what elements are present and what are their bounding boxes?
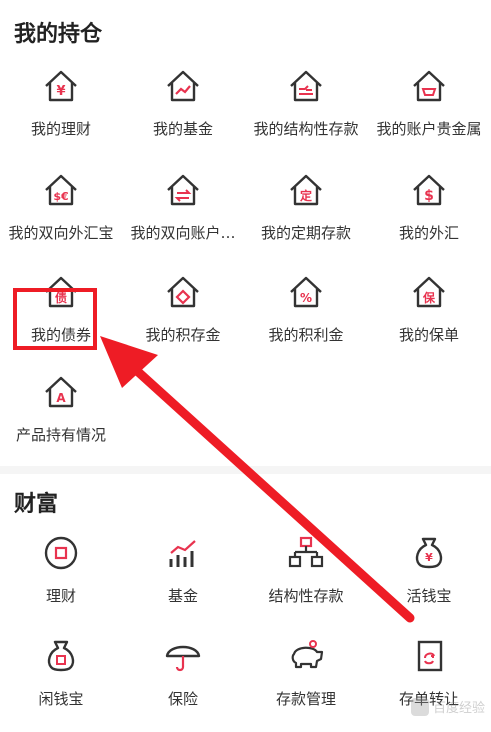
holding-item-label: 我的双向账户… — [130, 224, 236, 242]
svg-text:%: % — [300, 291, 312, 305]
holding-item-label: 我的外汇 — [398, 224, 459, 242]
holding-item-label: 我的保单 — [398, 326, 459, 344]
holding-item-label: 产品持有情况 — [15, 426, 106, 444]
fund-trend-icon — [167, 70, 199, 102]
holding-item-product-holdings[interactable]: A 产品持有情况 — [0, 372, 122, 468]
holding-item-forex[interactable]: $ 我的外汇 — [368, 170, 490, 266]
wealth-item-label: 闲钱宝 — [38, 690, 84, 708]
svg-text:$€: $€ — [53, 190, 68, 203]
holding-item-wealth[interactable]: ¥ 我的理财 — [0, 66, 122, 162]
holding-item-label: 我的定期存款 — [260, 224, 351, 242]
holding-item-label: 我的积利金 — [268, 326, 344, 344]
wealth-item-structured-deposit[interactable]: 结构性存款 — [245, 533, 367, 629]
wealth-item-label: 存款管理 — [275, 690, 336, 708]
wealth-management-icon — [44, 536, 78, 570]
deposit-transfer-icon — [417, 640, 443, 672]
holding-item-fund[interactable]: 我的基金 — [122, 66, 244, 162]
holdings-section-title: 我的持仓 — [14, 22, 103, 47]
fixed-deposit-icon: 定 — [290, 174, 322, 206]
money-bag-icon — [47, 640, 75, 672]
product-holdings-icon: A — [45, 376, 77, 408]
svg-text:定: 定 — [300, 188, 312, 203]
fund-chart-icon — [169, 540, 196, 567]
two-way-fx-icon: $€ — [45, 174, 77, 206]
gold-accumulation-icon — [167, 276, 199, 308]
holding-item-label: 我的账户贵金属 — [376, 120, 482, 138]
holding-item-gold-accumulation[interactable]: 我的积存金 — [122, 272, 244, 368]
watermark: 百度经验 — [410, 697, 485, 716]
insurance-policy-icon: 保 — [413, 276, 445, 308]
wealth-item-label: 活钱宝 — [406, 587, 452, 605]
svg-text:保: 保 — [422, 290, 436, 305]
section-divider — [0, 466, 491, 474]
wealth-item-wealth-management[interactable]: 理财 — [0, 533, 122, 629]
holding-item-label: 我的积存金 — [145, 326, 221, 344]
holding-item-label: 我的结构性存款 — [253, 120, 359, 138]
money-bag-yen-icon: ¥ — [415, 537, 443, 569]
svg-text:¥: ¥ — [56, 84, 65, 99]
forex-icon: $ — [413, 174, 445, 206]
wealth-section-title: 财富 — [14, 492, 59, 517]
piggy-bank-icon — [291, 640, 324, 669]
wealth-item-fund[interactable]: 基金 — [122, 533, 244, 629]
svg-text:$: $ — [424, 188, 434, 204]
holding-item-two-way-account[interactable]: 我的双向账户… — [122, 170, 244, 266]
holding-item-structured-deposit[interactable]: 我的结构性存款 — [245, 66, 367, 162]
interest-gold-icon: % — [290, 276, 322, 308]
watermark-text: 百度经验 — [432, 701, 485, 716]
wealth-yen-icon: ¥ — [45, 70, 77, 102]
holding-item-insurance-policy[interactable]: 保 我的保单 — [368, 272, 490, 368]
svg-text:A: A — [56, 391, 66, 405]
wealth-item-label: 结构性存款 — [268, 587, 344, 605]
wealth-item-label: 基金 — [167, 587, 198, 605]
annotation-highlight-box — [13, 288, 97, 350]
svg-text:¥: ¥ — [425, 551, 433, 564]
structured-deposit-icon — [290, 70, 322, 102]
holding-item-two-way-fx[interactable]: $€ 我的双向外汇宝 — [0, 170, 122, 266]
wealth-item-label: 保险 — [167, 690, 198, 708]
structured-deposit-tree-icon — [288, 536, 324, 568]
wealth-item-active-money[interactable]: ¥ 活钱宝 — [368, 533, 490, 629]
two-way-account-icon — [167, 174, 199, 206]
holding-item-interest-gold[interactable]: % 我的积利金 — [245, 272, 367, 368]
precious-metal-icon — [413, 70, 445, 102]
holding-item-label: 我的基金 — [152, 120, 213, 138]
holding-item-precious-metal[interactable]: 我的账户贵金属 — [368, 66, 490, 162]
watermark-logo-icon — [410, 697, 429, 716]
holding-item-fixed-deposit[interactable]: 定 我的定期存款 — [245, 170, 367, 266]
holding-item-label: 我的理财 — [30, 120, 91, 138]
umbrella-icon — [165, 645, 201, 672]
holding-item-label: 我的双向外汇宝 — [8, 224, 114, 242]
wealth-item-label: 理财 — [45, 587, 76, 605]
